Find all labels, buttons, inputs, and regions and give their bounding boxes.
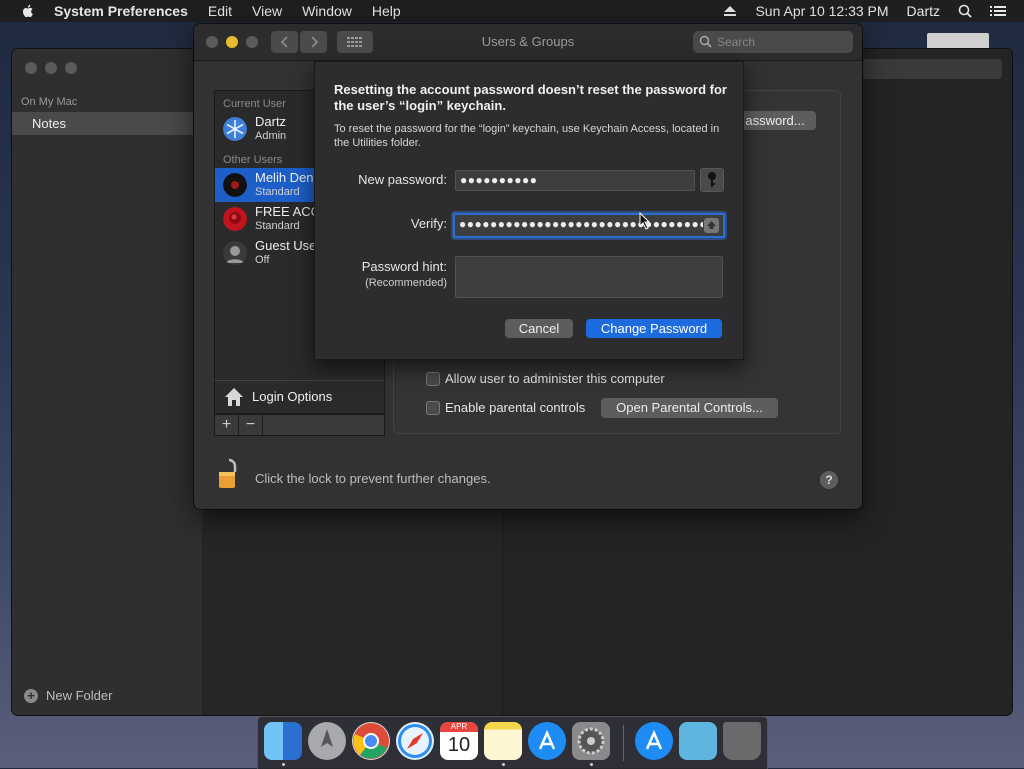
password-hint-label: Password hint: [361,259,447,274]
system-preferences-icon[interactable] [572,722,610,760]
menu-bar: System Preferences Edit View Window Help… [0,0,1024,22]
user-name: FREE ACC [255,204,321,219]
spotlight-icon[interactable] [958,4,972,18]
other-users-header: Other Users [223,154,283,166]
guest-avatar-icon [223,241,247,265]
verify-label: Verify: [410,216,447,231]
sheet-info-text: To reset the password for the “login” ke… [334,123,720,149]
downloads-appstore-icon[interactable] [635,722,673,760]
change-password-confirm-button[interactable]: Change Password [586,319,722,338]
change-password-button[interactable]: assword... [734,111,816,130]
snowflake-avatar-icon [223,117,247,141]
calendar-icon[interactable]: APR 10 [440,722,478,760]
running-indicator [502,763,505,766]
user-role: Standard [255,186,300,198]
lock-icon[interactable] [216,458,242,490]
menu-datetime[interactable]: Sun Apr 10 12:33 PM [755,3,888,19]
dock: APR 10 [257,716,768,769]
new-password-label: New password: [358,172,447,187]
lock-message: Click the lock to prevent further change… [255,471,491,486]
sheet-heading: Resetting the account password doesn’t r… [334,82,727,113]
new-password-field[interactable]: ●●●●●●●●●● [455,170,695,191]
window-titlebar: Users & Groups Search [194,24,862,61]
app-store-icon[interactable] [528,722,566,760]
add-remove-bar: + − [214,414,385,436]
launchpad-icon[interactable] [308,722,346,760]
caps-lock-icon [704,218,719,233]
notes-folder-label: Notes [32,116,66,131]
vinyl-avatar-icon [223,173,247,197]
user-name: Dartz [255,114,287,129]
notes-icon[interactable] [484,722,522,760]
rose-avatar-icon [223,207,247,231]
add-user-button[interactable]: + [215,415,239,435]
user-role: Standard [255,220,300,232]
password-hint-sublabel: (Recommended) [365,277,447,289]
house-icon [225,388,243,406]
plus-icon: + [24,688,38,703]
documents-folder-icon[interactable] [679,722,717,760]
password-hint-field[interactable] [455,256,723,298]
calendar-month: APR [440,722,478,732]
allow-admin-checkbox[interactable] [426,372,440,386]
current-user-header: Current User [223,98,286,110]
user-role: Off [255,254,270,266]
search-placeholder: Search [717,35,756,49]
reset-password-sheet: Resetting the account password doesn’t r… [314,61,744,360]
notes-close-button[interactable] [25,62,37,74]
notes-section-header: On My Mac [21,96,78,108]
mouse-cursor-icon [639,212,651,230]
eject-icon[interactable] [723,5,737,17]
parental-controls-label: Enable parental controls [445,400,586,415]
notes-zoom-button[interactable] [65,62,77,74]
menu-view[interactable]: View [252,3,282,19]
login-options-label: Login Options [252,389,333,404]
search-icon [699,35,712,48]
verify-field[interactable]: ●●●●●●●●●●●●●●●●●●●●●●●●●●●●●●●●● [453,213,725,238]
safari-icon[interactable] [396,722,434,760]
password-assistant-button[interactable] [700,168,724,192]
new-folder-label: New Folder [46,688,113,703]
finder-icon[interactable] [264,722,302,760]
notes-minimize-button[interactable] [45,62,57,74]
search-field[interactable]: Search [693,31,853,53]
allow-admin-label: Allow user to administer this computer [445,371,665,386]
new-password-value: ●●●●●●●●●● [460,173,538,187]
notes-search-field[interactable] [862,59,1002,79]
menu-help[interactable]: Help [372,3,401,19]
open-parental-controls-button[interactable]: Open Parental Controls... [601,398,778,418]
remove-user-button[interactable]: − [239,415,263,435]
apple-icon[interactable] [20,3,36,19]
menu-window[interactable]: Window [302,3,352,19]
list-icon[interactable] [990,4,1006,18]
menu-app-name[interactable]: System Preferences [54,3,188,19]
login-options-item[interactable]: Login Options [214,380,385,414]
user-name: Melih Den [255,170,314,185]
verify-value: ●●●●●●●●●●●●●●●●●●●●●●●●●●●●●●●●● [459,217,703,231]
parental-controls-checkbox[interactable] [426,401,440,415]
calendar-day: 10 [447,734,471,756]
notes-sidebar: On My Mac Notes + New Folder [12,49,203,715]
user-name: Guest Use [255,238,317,253]
trash-icon[interactable] [723,722,761,760]
user-role: Admin [255,130,287,142]
running-indicator [282,763,285,766]
new-folder-button[interactable]: + New Folder [24,688,112,703]
help-button[interactable]: ? [820,471,838,489]
menu-edit[interactable]: Edit [208,3,232,19]
key-icon [708,172,716,187]
dock-divider [623,725,624,761]
running-indicator [590,763,593,766]
chrome-icon[interactable] [352,722,390,760]
cancel-button[interactable]: Cancel [505,319,573,338]
menu-user[interactable]: Dartz [907,3,940,19]
desktop-disk-icon[interactable] [927,33,989,49]
notes-folder-item[interactable]: Notes [12,112,194,135]
